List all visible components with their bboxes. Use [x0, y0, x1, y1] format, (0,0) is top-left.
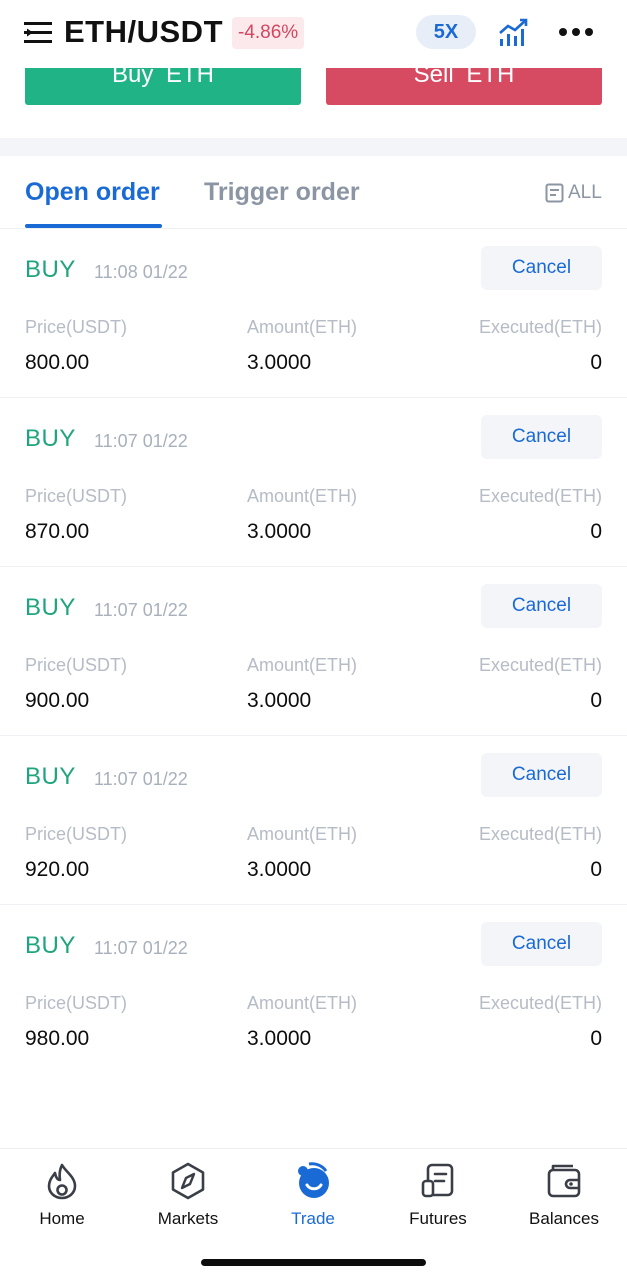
price-value: 900.00: [25, 689, 90, 712]
all-filter-label: ALL: [568, 182, 602, 203]
order-time: 11:07 01/22: [94, 938, 188, 958]
home-indicator[interactable]: [201, 1259, 426, 1266]
executed-label: Executed(ETH): [478, 655, 602, 675]
executed-value: 0: [590, 689, 602, 712]
buy-button-label: Buy ETH: [111, 68, 215, 88]
nav-item-home[interactable]: Home: [2, 1161, 122, 1229]
nav-item-balances[interactable]: Balances: [504, 1161, 624, 1229]
amount-label: Amount(ETH): [247, 486, 358, 506]
document-icon: [421, 1163, 454, 1198]
nav-item-trade[interactable]: Trade: [253, 1161, 373, 1229]
section-divider: [0, 138, 627, 156]
amount-value: 3.0000: [247, 858, 312, 881]
amount-label: Amount(ETH): [247, 824, 358, 844]
cancel-button[interactable]: Cancel: [481, 922, 602, 966]
wallet-icon: [547, 1164, 581, 1198]
order-side: BUY: [25, 594, 76, 621]
nav-item-markets[interactable]: Markets: [128, 1161, 248, 1229]
executed-value: 0: [590, 1027, 602, 1050]
order-side: BUY: [25, 932, 76, 959]
sell-button[interactable]: Sell ETH: [326, 68, 602, 105]
price-value: 870.00: [25, 520, 90, 543]
cancel-button[interactable]: Cancel: [481, 246, 602, 290]
cancel-button[interactable]: Cancel: [481, 415, 602, 459]
executed-label: Executed(ETH): [478, 317, 602, 337]
active-tab-indicator: [25, 224, 162, 228]
nav-item-futures[interactable]: Futures: [378, 1161, 498, 1229]
top-bar: ETH/USDT -4.86% 5X: [0, 0, 627, 68]
amount-value: 3.0000: [247, 1027, 312, 1050]
price-label: Price(USDT): [25, 486, 127, 506]
cancel-button[interactable]: Cancel: [481, 753, 602, 797]
amount-value: 3.0000: [247, 689, 312, 712]
order-time: 11:07 01/22: [94, 600, 188, 620]
compass-icon: [171, 1162, 205, 1200]
price-value: 800.00: [25, 351, 90, 374]
trade-buttons: Buy ETH Sell ETH: [0, 68, 627, 138]
open-orders-list: BUY 11:08 01/22 Cancel Price(USDT) Amoun…: [0, 229, 627, 1074]
nav-label-balances: Balances: [529, 1209, 599, 1228]
executed-label: Executed(ETH): [478, 824, 602, 844]
trade-icon: [298, 1162, 329, 1198]
price-label: Price(USDT): [25, 993, 127, 1013]
executed-value: 0: [590, 858, 602, 881]
pair-title[interactable]: ETH/USDT: [64, 14, 223, 50]
flame-icon: [47, 1163, 77, 1200]
price-label: Price(USDT): [25, 824, 127, 844]
amount-value: 3.0000: [247, 520, 312, 543]
document-icon: [545, 183, 564, 203]
menu-icon[interactable]: [24, 20, 52, 46]
order-time: 11:07 01/22: [94, 769, 188, 789]
order-row: BUY 11:07 01/22 Cancel Price(USDT) Amoun…: [0, 905, 627, 1074]
tab-open-order[interactable]: Open order: [25, 178, 160, 207]
order-row: BUY 11:07 01/22 Cancel Price(USDT) Amoun…: [0, 567, 627, 736]
order-tabs: Open order Trigger order ALL: [0, 156, 627, 229]
all-filter-button[interactable]: ALL: [545, 182, 602, 204]
order-side: BUY: [25, 763, 76, 790]
cancel-button[interactable]: Cancel: [481, 584, 602, 628]
executed-value: 0: [590, 351, 602, 374]
amount-value: 3.0000: [247, 351, 312, 374]
order-row: BUY 11:07 01/22 Cancel Price(USDT) Amoun…: [0, 736, 627, 905]
amount-label: Amount(ETH): [247, 655, 358, 675]
tab-trigger-order[interactable]: Trigger order: [204, 178, 360, 207]
sell-button-label: Sell ETH: [413, 68, 515, 88]
price-change-badge: -4.86%: [232, 17, 305, 49]
order-side: BUY: [25, 425, 76, 452]
chart-icon[interactable]: [498, 17, 530, 47]
order-time: 11:08 01/22: [94, 262, 188, 282]
leverage-badge[interactable]: 5X: [416, 15, 476, 49]
amount-label: Amount(ETH): [247, 317, 358, 337]
order-row: BUY 11:07 01/22 Cancel Price(USDT) Amoun…: [0, 398, 627, 567]
nav-label-home: Home: [39, 1209, 85, 1228]
order-row: BUY 11:08 01/22 Cancel Price(USDT) Amoun…: [0, 229, 627, 398]
more-icon[interactable]: [558, 22, 594, 42]
nav-label-markets: Markets: [157, 1209, 219, 1228]
amount-label: Amount(ETH): [247, 993, 358, 1013]
nav-label-futures: Futures: [409, 1209, 467, 1228]
executed-label: Executed(ETH): [478, 993, 602, 1013]
price-label: Price(USDT): [25, 655, 127, 675]
executed-label: Executed(ETH): [478, 486, 602, 506]
order-time: 11:07 01/22: [94, 431, 188, 451]
price-value: 920.00: [25, 858, 90, 881]
nav-label-trade: Trade: [291, 1209, 335, 1228]
executed-value: 0: [590, 520, 602, 543]
price-value: 980.00: [25, 1027, 90, 1050]
order-side: BUY: [25, 256, 76, 283]
price-label: Price(USDT): [25, 317, 127, 337]
buy-button[interactable]: Buy ETH: [25, 68, 301, 105]
